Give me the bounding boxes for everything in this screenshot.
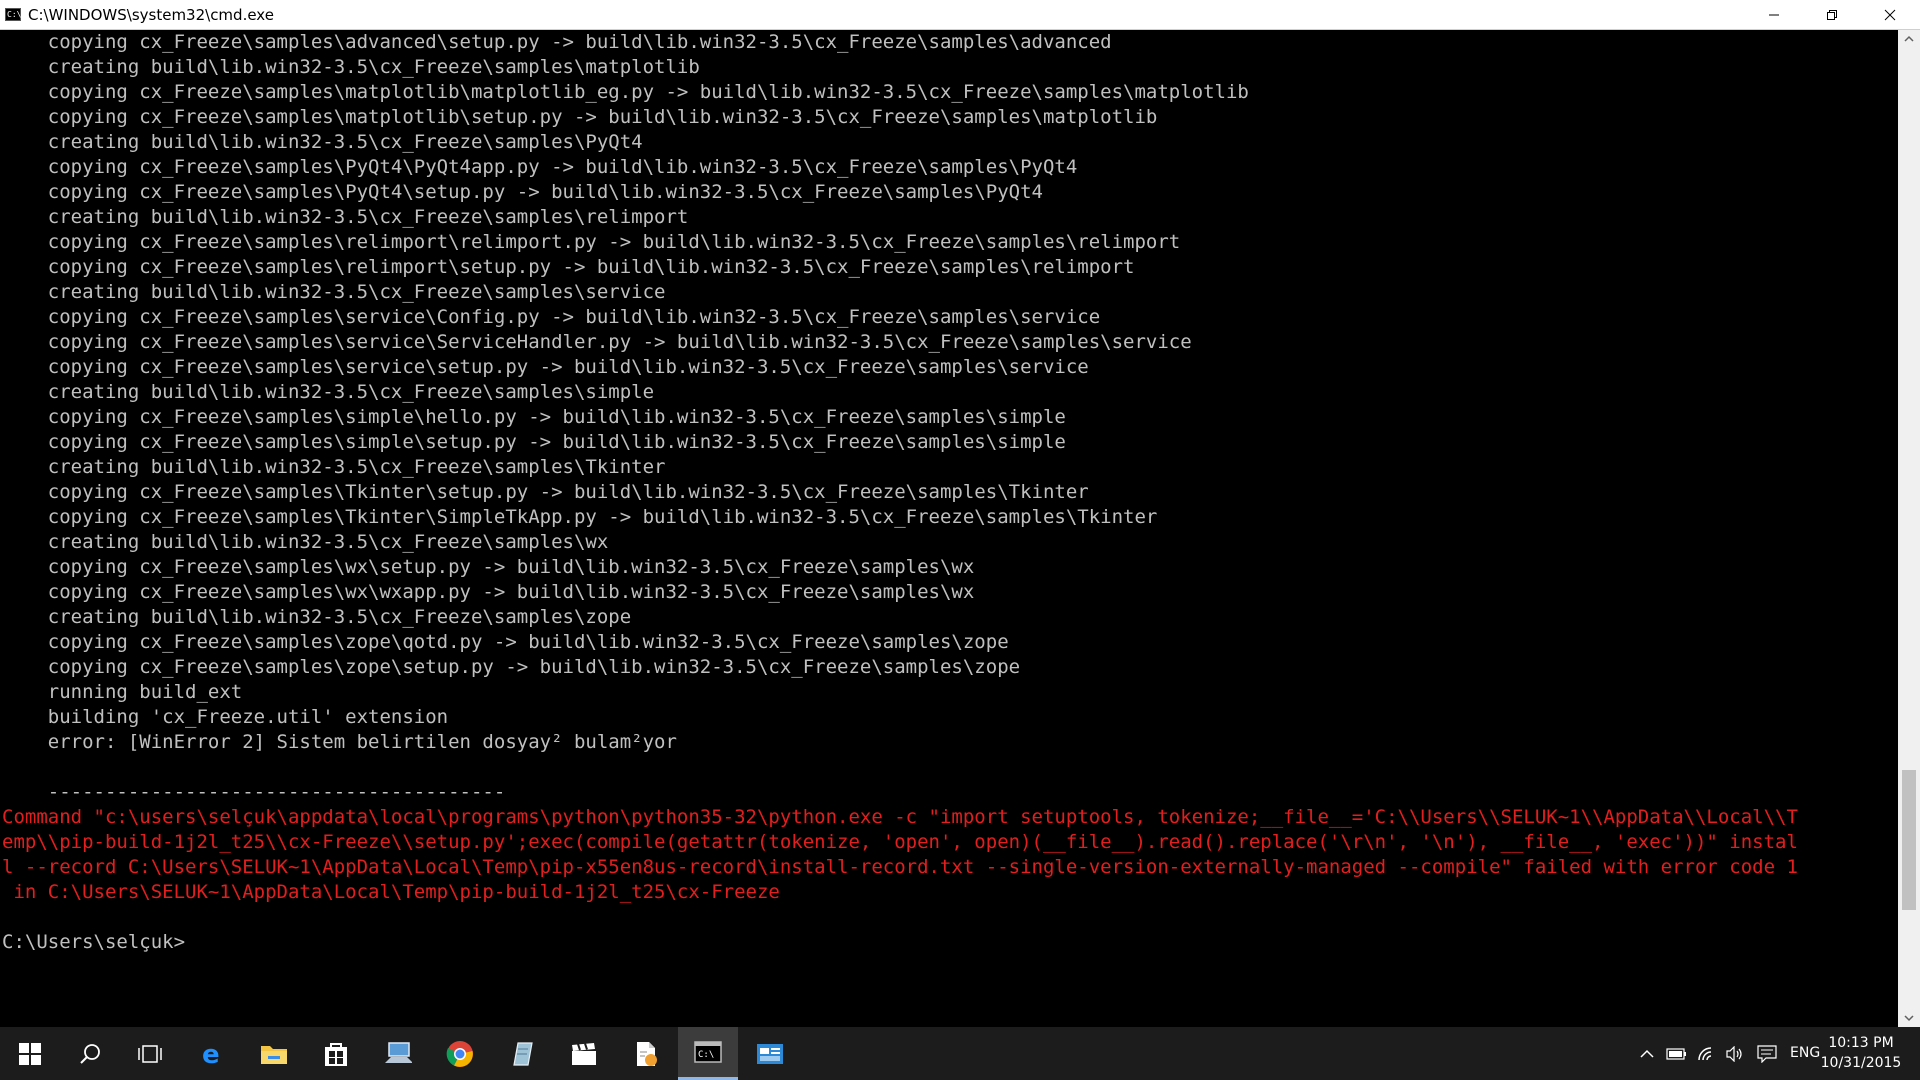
console-line: copying cx_Freeze\samples\service\Config… bbox=[2, 306, 1101, 328]
app-button-5[interactable] bbox=[740, 1027, 800, 1080]
task-view-icon bbox=[138, 1044, 162, 1063]
console-line: creating build\lib.win32-3.5\cx_Freeze\s… bbox=[2, 131, 643, 153]
close-icon bbox=[1884, 9, 1896, 21]
scroll-up-button[interactable] bbox=[1898, 30, 1920, 48]
error-line: emp\\pip-build-1j2l_t25\\cx-Freeze\\setu… bbox=[2, 831, 1798, 853]
console-line: copying cx_Freeze\samples\Tkinter\setup.… bbox=[2, 481, 1089, 503]
console-line: ---------------------------------------- bbox=[2, 781, 506, 803]
file-explorer-button[interactable] bbox=[244, 1027, 304, 1080]
clock-time: 10:13 PM bbox=[1828, 1035, 1894, 1051]
battery-button[interactable] bbox=[1664, 1027, 1690, 1080]
task-view-button[interactable] bbox=[120, 1027, 180, 1080]
clock[interactable]: 10:13 PM 10/31/2015 bbox=[1816, 1033, 1906, 1073]
close-button[interactable] bbox=[1861, 0, 1919, 30]
console-line: copying cx_Freeze\samples\matplotlib\set… bbox=[2, 106, 1158, 128]
console-line: copying cx_Freeze\samples\zope\setup.py … bbox=[2, 656, 1021, 678]
console-line: creating build\lib.win32-3.5\cx_Freeze\s… bbox=[2, 606, 632, 628]
clapper-icon bbox=[572, 1042, 596, 1065]
console-line: copying cx_Freeze\samples\zope\qotd.py -… bbox=[2, 631, 1009, 653]
console-line: running build_ext bbox=[2, 681, 243, 703]
action-center-button[interactable] bbox=[1752, 1027, 1782, 1080]
store-button[interactable] bbox=[306, 1027, 366, 1080]
error-line: in C:\Users\SELUK~1\AppData\Local\Temp\p… bbox=[2, 881, 780, 903]
console-line: copying cx_Freeze\samples\matplotlib\mat… bbox=[2, 81, 1249, 103]
app-button-4[interactable] bbox=[616, 1027, 676, 1080]
monitor-app-icon bbox=[385, 1041, 412, 1063]
minimize-button[interactable] bbox=[1745, 0, 1803, 30]
console-line: copying cx_Freeze\samples\relimport\reli… bbox=[2, 231, 1181, 253]
console-line: copying cx_Freeze\samples\PyQt4\setup.py… bbox=[2, 181, 1043, 203]
app-button-1[interactable] bbox=[368, 1027, 428, 1080]
speaker-icon bbox=[1726, 1045, 1742, 1062]
start-button[interactable] bbox=[0, 1027, 60, 1080]
chrome-button[interactable] bbox=[430, 1027, 490, 1080]
console-line: creating build\lib.win32-3.5\cx_Freeze\s… bbox=[2, 206, 689, 228]
svg-text:C:\: C:\ bbox=[698, 1050, 714, 1060]
console-line: copying cx_Freeze\samples\simple\setup.p… bbox=[2, 431, 1066, 453]
console-line: building 'cx_Freeze.util' extension bbox=[2, 706, 449, 728]
scroll-down-button[interactable] bbox=[1898, 1009, 1920, 1027]
vertical-scrollbar[interactable] bbox=[1898, 30, 1920, 1027]
console-line: creating build\lib.win32-3.5\cx_Freeze\s… bbox=[2, 281, 666, 303]
search-button[interactable] bbox=[60, 1027, 120, 1080]
console-line: copying cx_Freeze\samples\service\setup.… bbox=[2, 356, 1089, 378]
store-icon bbox=[325, 1042, 347, 1066]
wifi-icon bbox=[1698, 1046, 1712, 1060]
error-line: Command "c:\users\selçuk\appdata\local\p… bbox=[2, 806, 1798, 828]
chrome-icon bbox=[446, 1040, 473, 1067]
cmd-button[interactable]: C:\ bbox=[678, 1027, 738, 1080]
edge-button[interactable]: e bbox=[182, 1027, 242, 1080]
cmd-app-icon: C:\ bbox=[5, 8, 22, 21]
windows-logo-icon bbox=[19, 1042, 41, 1065]
volume-button[interactable] bbox=[1722, 1027, 1746, 1080]
console-line: error: [WinError 2] Sistem belirtilen do… bbox=[2, 731, 677, 753]
console-line: copying cx_Freeze\samples\service\Servic… bbox=[2, 331, 1192, 353]
console-line: creating build\lib.win32-3.5\cx_Freeze\s… bbox=[2, 456, 666, 478]
notification-icon bbox=[1757, 1044, 1777, 1063]
console-line: creating build\lib.win32-3.5\cx_Freeze\s… bbox=[2, 531, 609, 553]
folder-icon bbox=[261, 1045, 287, 1064]
console-line: copying cx_Freeze\samples\Tkinter\Simple… bbox=[2, 506, 1158, 528]
error-line: l --record C:\Users\SELUK~1\AppData\Loca… bbox=[2, 856, 1798, 878]
restore-icon bbox=[1827, 10, 1837, 20]
console-line: copying cx_Freeze\samples\wx\setup.py ->… bbox=[2, 556, 975, 578]
clock-date: 10/31/2015 bbox=[1820, 1055, 1902, 1071]
scrollbar-thumb[interactable] bbox=[1902, 770, 1916, 910]
console-line: creating build\lib.win32-3.5\cx_Freeze\s… bbox=[2, 56, 700, 78]
command-prompt[interactable]: C:\Users\selçuk> bbox=[2, 930, 185, 955]
edge-icon: e bbox=[202, 1041, 220, 1067]
console-line: copying cx_Freeze\samples\advanced\setup… bbox=[2, 31, 1112, 53]
svg-text:e: e bbox=[202, 1041, 220, 1067]
console-output[interactable]: copying cx_Freeze\samples\advanced\setup… bbox=[0, 30, 1898, 1027]
document-app-icon bbox=[637, 1041, 657, 1066]
window-title: C:\WINDOWS\system32\cmd.exe bbox=[28, 6, 274, 24]
console-line: copying cx_Freeze\samples\PyQt4\PyQt4app… bbox=[2, 156, 1078, 178]
app-button-2[interactable] bbox=[492, 1027, 552, 1080]
console-line: copying cx_Freeze\samples\relimport\setu… bbox=[2, 256, 1135, 278]
console-line: copying cx_Freeze\samples\simple\hello.p… bbox=[2, 406, 1066, 428]
console-line: creating build\lib.win32-3.5\cx_Freeze\s… bbox=[2, 381, 655, 403]
chevron-down-icon bbox=[1904, 1015, 1914, 1022]
battery-icon bbox=[1666, 1047, 1686, 1060]
chevron-up-icon bbox=[1640, 1049, 1654, 1058]
minimize-icon bbox=[1769, 14, 1779, 16]
window-app-icon bbox=[757, 1043, 783, 1064]
show-hidden-icons-button[interactable] bbox=[1636, 1027, 1658, 1080]
chevron-up-icon bbox=[1904, 35, 1914, 42]
app-button-3[interactable] bbox=[554, 1027, 614, 1080]
notes-app-icon bbox=[513, 1041, 533, 1066]
taskbar: e C:\ ENG 10:13 PM 10/31/2015 bbox=[0, 1027, 1920, 1080]
cmd-icon: C:\ bbox=[694, 1041, 722, 1063]
restore-button[interactable] bbox=[1803, 0, 1861, 30]
console-line: copying cx_Freeze\samples\wx\wxapp.py ->… bbox=[2, 581, 975, 603]
network-button[interactable] bbox=[1694, 1027, 1718, 1080]
search-icon bbox=[80, 1043, 100, 1064]
title-bar[interactable]: C:\ C:\WINDOWS\system32\cmd.exe bbox=[0, 0, 1920, 30]
